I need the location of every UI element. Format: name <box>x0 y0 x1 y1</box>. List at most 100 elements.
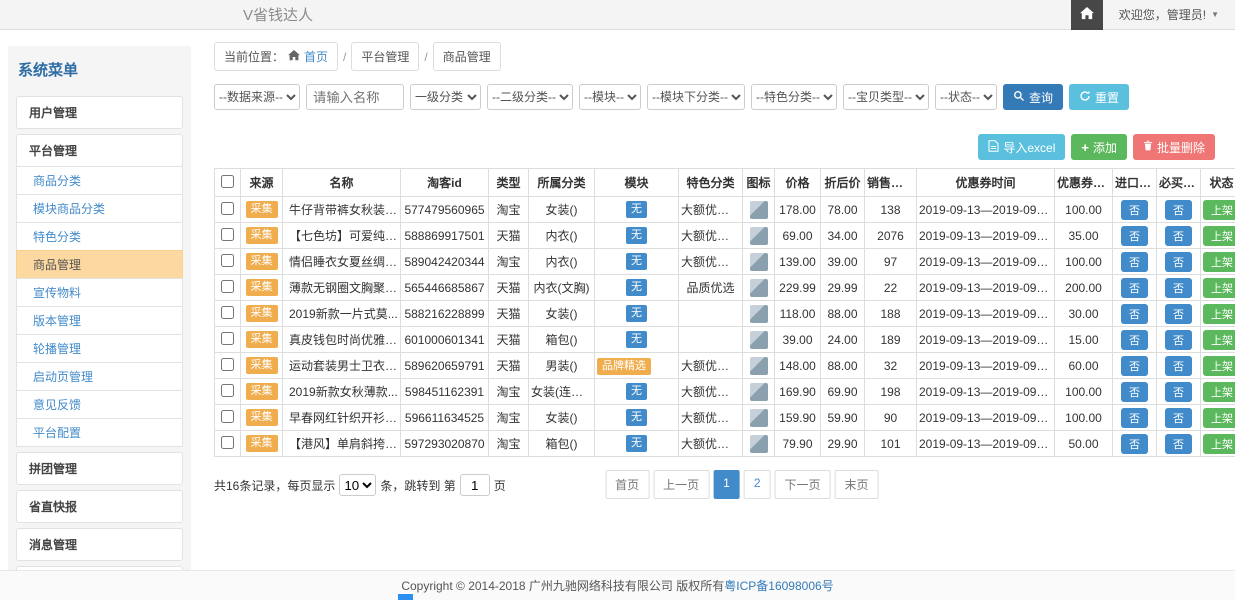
first-page-button[interactable]: 首页 <box>605 470 649 499</box>
status-toggle[interactable]: 上架 <box>1203 356 1235 376</box>
status-toggle[interactable]: 上架 <box>1203 304 1235 324</box>
select-all-header <box>215 169 241 197</box>
import-select-toggle[interactable]: 否 <box>1121 278 1148 298</box>
add-button[interactable]: + 添加 <box>1071 134 1127 160</box>
must-buy-cell: 否 <box>1157 405 1201 431</box>
home-button[interactable] <box>1071 0 1103 30</box>
must-buy-toggle[interactable]: 否 <box>1165 226 1192 246</box>
row-checkbox[interactable] <box>221 358 234 371</box>
column-header-6: 模块 <box>595 169 679 197</box>
row-checkbox[interactable] <box>221 254 234 267</box>
import-select-toggle[interactable]: 否 <box>1121 434 1148 454</box>
sidebar-item-13[interactable]: 拼团管理 <box>16 452 183 485</box>
sidebar-item-11[interactable]: 意见反馈 <box>16 390 183 419</box>
row-checkbox[interactable] <box>221 280 234 293</box>
level1-category-select[interactable]: 一级分类 <box>410 84 481 110</box>
row-checkbox[interactable] <box>221 306 234 319</box>
must-buy-toggle[interactable]: 否 <box>1165 252 1192 272</box>
row-checkbox[interactable] <box>221 410 234 423</box>
breadcrumb-item-2[interactable]: 商品管理 <box>433 42 501 71</box>
topbar: V省钱达人 欢迎您，管理员! ▼ <box>0 0 1235 30</box>
row-checkbox[interactable] <box>221 436 234 449</box>
status-toggle[interactable]: 上架 <box>1203 382 1235 402</box>
sidebar-item-4[interactable]: 模块商品分类 <box>16 194 183 223</box>
sidebar-item-10[interactable]: 启动页管理 <box>16 362 183 391</box>
reset-button[interactable]: 重置 <box>1069 84 1129 110</box>
sidebar-item-12[interactable]: 平台配置 <box>16 418 183 447</box>
page-number-input[interactable] <box>460 474 490 496</box>
must-buy-toggle[interactable]: 否 <box>1165 356 1192 376</box>
per-page-select[interactable]: 10 <box>339 474 376 496</box>
name-cell: 情侣睡衣女夏丝绸男士... <box>283 249 401 275</box>
import-select-cell: 否 <box>1113 197 1157 223</box>
source-cell: 采集 <box>241 301 283 327</box>
search-button[interactable]: 查询 <box>1003 84 1063 110</box>
breadcrumb-item-home[interactable]: 首页 <box>304 48 328 65</box>
status-toggle[interactable]: 上架 <box>1203 278 1235 298</box>
import-select-toggle[interactable]: 否 <box>1121 408 1148 428</box>
row-checkbox[interactable] <box>221 384 234 397</box>
must-buy-toggle[interactable]: 否 <box>1165 200 1192 220</box>
status-toggle[interactable]: 上架 <box>1203 330 1235 350</box>
must-buy-toggle[interactable]: 否 <box>1165 330 1192 350</box>
taoke-id-cell: 565446685867 <box>401 275 489 301</box>
must-buy-toggle[interactable]: 否 <box>1165 278 1192 298</box>
sidebar-item-7[interactable]: 宣传物料 <box>16 278 183 307</box>
item-type-select[interactable]: --宝贝类型-- <box>843 84 929 110</box>
import-select-toggle[interactable]: 否 <box>1121 356 1148 376</box>
sidebar-item-1[interactable]: 用户管理 <box>16 96 183 129</box>
row-checkbox[interactable] <box>221 332 234 345</box>
import-excel-button[interactable]: 导入excel <box>978 134 1065 160</box>
breadcrumb-home[interactable]: 当前位置：首页 <box>214 42 338 71</box>
must-buy-toggle[interactable]: 否 <box>1165 408 1192 428</box>
sidebar-item-6[interactable]: 商品管理 <box>16 250 183 279</box>
sidebar-item-3[interactable]: 商品分类 <box>16 166 183 195</box>
status-toggle[interactable]: 上架 <box>1203 252 1235 272</box>
import-select-toggle[interactable]: 否 <box>1121 382 1148 402</box>
user-menu[interactable]: 欢迎您，管理员! ▼ <box>1103 6 1235 23</box>
status-toggle[interactable]: 上架 <box>1203 408 1235 428</box>
status-toggle[interactable]: 上架 <box>1203 226 1235 246</box>
price-cell: 229.99 <box>775 275 821 301</box>
sidebar-item-8[interactable]: 版本管理 <box>16 306 183 335</box>
coupon-time-cell: 2019-09-13—2019-09-15 <box>917 353 1055 379</box>
data-source-select[interactable]: --数据来源-- <box>214 84 300 110</box>
breadcrumb-item-1[interactable]: 平台管理 <box>351 42 419 71</box>
column-header-7: 特色分类 <box>679 169 743 197</box>
module-subcategory-select[interactable]: --模块下分类-- <box>647 84 745 110</box>
sidebar-item-15[interactable]: 消息管理 <box>16 528 183 561</box>
records-summary: 共16条记录，每页显示 <box>214 477 335 494</box>
select-all-checkbox[interactable] <box>221 175 234 188</box>
special-category-select[interactable]: --特色分类-- <box>751 84 837 110</box>
last-page-button[interactable]: 末页 <box>835 470 879 499</box>
row-checkbox[interactable] <box>221 228 234 241</box>
must-buy-toggle[interactable]: 否 <box>1165 304 1192 324</box>
sidebar-item-14[interactable]: 省直快报 <box>16 490 183 523</box>
page-1-button[interactable]: 1 <box>713 470 740 499</box>
import-select-toggle[interactable]: 否 <box>1121 226 1148 246</box>
module-select[interactable]: --模块-- <box>579 84 641 110</box>
sidebar-item-2[interactable]: 平台管理 <box>16 134 183 167</box>
import-select-toggle[interactable]: 否 <box>1121 330 1148 350</box>
category-cell: 男装() <box>529 353 595 379</box>
icp-link[interactable]: 粤ICP备16098006号 <box>724 577 833 594</box>
column-header-16: 状态 <box>1201 169 1235 197</box>
row-checkbox[interactable] <box>221 202 234 215</box>
status-toggle[interactable]: 上架 <box>1203 200 1235 220</box>
name-input[interactable] <box>306 84 404 110</box>
must-buy-toggle[interactable]: 否 <box>1165 382 1192 402</box>
sidebar-item-9[interactable]: 轮播管理 <box>16 334 183 363</box>
bulk-delete-button[interactable]: 批量删除 <box>1133 134 1215 160</box>
import-select-toggle[interactable]: 否 <box>1121 200 1148 220</box>
module-cell: 无 <box>595 223 679 249</box>
must-buy-toggle[interactable]: 否 <box>1165 434 1192 454</box>
sidebar-item-5[interactable]: 特色分类 <box>16 222 183 251</box>
level2-category-select[interactable]: --二级分类-- <box>487 84 573 110</box>
import-select-toggle[interactable]: 否 <box>1121 304 1148 324</box>
page-2-button[interactable]: 2 <box>744 470 771 499</box>
prev-page-button[interactable]: 上一页 <box>653 470 709 499</box>
import-select-toggle[interactable]: 否 <box>1121 252 1148 272</box>
status-select[interactable]: --状态-- <box>935 84 997 110</box>
status-toggle[interactable]: 上架 <box>1203 434 1235 454</box>
next-page-button[interactable]: 下一页 <box>775 470 831 499</box>
